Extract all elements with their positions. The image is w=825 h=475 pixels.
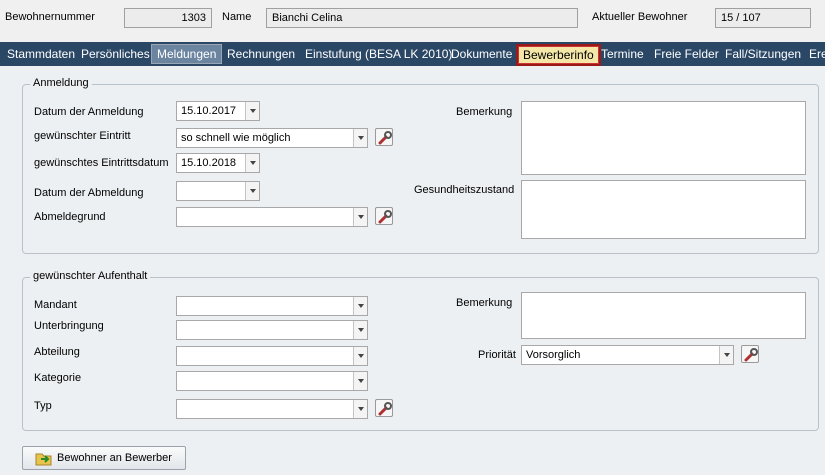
abmeldegrund-edit-button[interactable] bbox=[375, 207, 393, 225]
abmeldegrund-select[interactable] bbox=[176, 207, 368, 227]
typ-select[interactable] bbox=[176, 399, 368, 419]
mandant-label: Mandant bbox=[34, 299, 77, 311]
tab-dokumente[interactable]: Dokumente bbox=[446, 42, 517, 66]
gesundheit-label: Gesundheitszustand bbox=[414, 184, 515, 196]
tab-fall-sitzungen[interactable]: Fall/Sitzungen bbox=[720, 42, 806, 66]
prioritaet-value: Vorsorglich bbox=[526, 349, 581, 361]
typ-label: Typ bbox=[34, 400, 52, 412]
unterbringung-select[interactable] bbox=[176, 320, 368, 340]
typ-edit-button[interactable] bbox=[375, 399, 393, 417]
gesundheit-textarea[interactable] bbox=[521, 180, 806, 239]
chevron-down-icon[interactable] bbox=[353, 321, 367, 339]
kategorie-select[interactable] bbox=[176, 371, 368, 391]
wrench-icon bbox=[744, 348, 758, 362]
prioritaet-edit-button[interactable] bbox=[741, 345, 759, 363]
mandant-select[interactable] bbox=[176, 296, 368, 316]
eintritt-label: gewünschter Eintritt bbox=[34, 130, 131, 142]
tab-einstufung[interactable]: Einstufung (BESA LK 2010) bbox=[300, 42, 457, 66]
abmeldegrund-label: Abmeldegrund bbox=[34, 211, 106, 223]
datum-anmeldung-label: Datum der Anmeldung bbox=[34, 106, 144, 118]
prioritaet-label: Priorität bbox=[478, 349, 516, 361]
chevron-down-icon[interactable] bbox=[353, 297, 367, 315]
eintritt-edit-button[interactable] bbox=[375, 128, 393, 146]
tab-rechnungen[interactable]: Rechnungen bbox=[222, 42, 300, 66]
bewohnernummer-field: 1303 bbox=[124, 8, 212, 28]
abmeldung-picker[interactable] bbox=[176, 181, 260, 201]
tab-bar: Stammdaten Persönliches Meldungen Rechnu… bbox=[0, 42, 825, 66]
prioritaet-select[interactable]: Vorsorglich bbox=[521, 345, 734, 365]
bemerkung-textarea[interactable] bbox=[521, 101, 806, 175]
anmeldung-title: Anmeldung bbox=[30, 77, 92, 89]
unterbringung-label: Unterbringung bbox=[34, 320, 104, 332]
datum-anmeldung-value: 15.10.2017 bbox=[181, 105, 237, 117]
aktueller-bewohner-field: 15 / 107 bbox=[715, 8, 811, 28]
name-label: Name bbox=[222, 11, 252, 23]
aufenthalt-bemerkung-label: Bemerkung bbox=[456, 297, 513, 309]
wrench-icon bbox=[378, 210, 392, 224]
chevron-down-icon[interactable] bbox=[719, 346, 733, 364]
wrench-icon bbox=[378, 131, 392, 145]
aufenthalt-bemerkung-textarea[interactable] bbox=[521, 292, 806, 339]
tab-termine[interactable]: Termine bbox=[596, 42, 649, 66]
datum-anmeldung-picker[interactable]: 15.10.2017 bbox=[176, 101, 260, 121]
tab-bewerberinfo[interactable]: Bewerberinfo bbox=[516, 44, 601, 66]
chevron-down-icon[interactable] bbox=[353, 347, 367, 365]
name-field: Bianchi Celina bbox=[266, 8, 578, 28]
eintrittsdatum-value: 15.10.2018 bbox=[181, 157, 237, 169]
abteilung-label: Abteilung bbox=[34, 346, 80, 358]
tab-ereignisse[interactable]: Ere bbox=[804, 42, 825, 66]
eintrittsdatum-label: gewünschtes Eintrittsdatum bbox=[34, 157, 169, 169]
eintrittsdatum-picker[interactable]: 15.10.2018 bbox=[176, 153, 260, 173]
chevron-down-icon[interactable] bbox=[353, 208, 367, 226]
tab-meldungen[interactable]: Meldungen bbox=[151, 44, 223, 64]
chevron-down-icon[interactable] bbox=[245, 154, 259, 172]
eintritt-select[interactable]: so schnell wie möglich bbox=[176, 128, 368, 148]
eintritt-value: so schnell wie möglich bbox=[181, 132, 291, 144]
tab-persoenliches[interactable]: Persönliches bbox=[76, 42, 155, 66]
chevron-down-icon[interactable] bbox=[353, 372, 367, 390]
aufenthalt-title: gewünschter Aufenthalt bbox=[30, 270, 151, 282]
abmeldung-label: Datum der Abmeldung bbox=[34, 187, 144, 199]
wrench-icon bbox=[378, 402, 392, 416]
bemerkung-label: Bemerkung bbox=[456, 106, 513, 118]
tab-stammdaten[interactable]: Stammdaten bbox=[2, 42, 80, 66]
bewohnernummer-label: Bewohnernummer bbox=[5, 11, 95, 23]
aktueller-bewohner-label: Aktueller Bewohner bbox=[592, 11, 688, 23]
chevron-down-icon[interactable] bbox=[245, 102, 259, 120]
abteilung-select[interactable] bbox=[176, 346, 368, 366]
kategorie-label: Kategorie bbox=[34, 372, 82, 384]
bewohner-an-bewerber-label: Bewohner an Bewerber bbox=[57, 452, 172, 464]
bewohner-an-bewerber-button[interactable]: Bewohner an Bewerber bbox=[22, 446, 186, 470]
chevron-down-icon[interactable] bbox=[245, 182, 259, 200]
chevron-down-icon[interactable] bbox=[353, 129, 367, 147]
tab-freie-felder[interactable]: Freie Felder bbox=[649, 42, 724, 66]
chevron-down-icon[interactable] bbox=[353, 400, 367, 418]
folder-arrow-icon bbox=[35, 453, 52, 466]
